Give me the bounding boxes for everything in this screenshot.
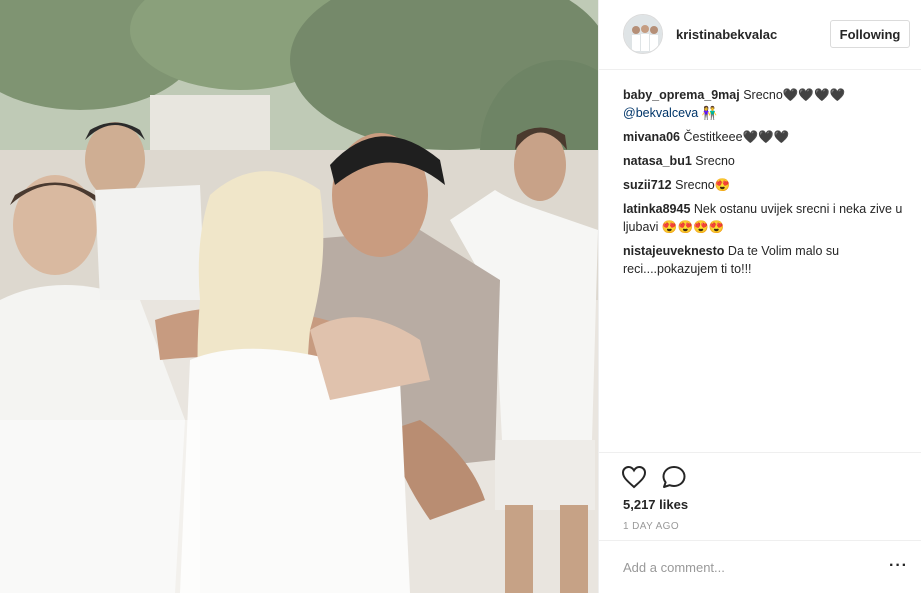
- username-link[interactable]: kristinabekvalac: [676, 27, 777, 42]
- comment-item: latinka8945 Nek ostanu uvijek srecni i n…: [623, 200, 913, 236]
- comment-text: Srecno😍: [675, 178, 731, 192]
- more-options-icon[interactable]: ···: [889, 557, 908, 575]
- comment-icon[interactable]: [661, 465, 687, 489]
- comment-author[interactable]: mivana06: [623, 130, 680, 144]
- avatar-image: [624, 15, 662, 53]
- post-sidebar: kristinabekvalac Following baby_oprema_9…: [598, 0, 921, 593]
- comment-list: baby_oprema_9maj Srecno🖤🖤🖤🖤 @bekvalceva …: [623, 86, 913, 284]
- comment-mention[interactable]: @bekvalceva: [623, 106, 698, 120]
- comment-author[interactable]: baby_oprema_9maj: [623, 88, 740, 102]
- heart-icon[interactable]: [621, 465, 647, 489]
- following-button[interactable]: Following: [830, 20, 910, 48]
- comment-author[interactable]: latinka8945: [623, 202, 690, 216]
- comment-emoji: 👫: [701, 106, 718, 120]
- comment-item: suzii712 Srecno😍: [623, 176, 913, 194]
- comment-text: Srecno: [695, 154, 735, 168]
- avatar[interactable]: [623, 14, 663, 54]
- post-timestamp: 1 DAY AGO: [623, 521, 680, 532]
- comment-text: Srecno🖤🖤🖤🖤: [743, 88, 846, 102]
- likes-count[interactable]: 5,217 likes: [623, 497, 688, 512]
- comment-author[interactable]: natasa_bu1: [623, 154, 692, 168]
- photo-illustration: [0, 0, 598, 593]
- comment-author[interactable]: nistajeuveknesto: [623, 244, 724, 258]
- post-photo[interactable]: [0, 0, 598, 593]
- comment-item: nistajeuveknesto Da te Volim malo su rec…: [623, 242, 913, 278]
- add-comment-bar: ···: [599, 540, 921, 593]
- comment-text: Čestitkeee🖤🖤🖤: [683, 130, 790, 144]
- post-header: kristinabekvalac Following: [599, 0, 921, 70]
- comment-item: natasa_bu1 Srecno: [623, 152, 913, 170]
- comment-item: mivana06 Čestitkeee🖤🖤🖤: [623, 128, 913, 146]
- comment-author[interactable]: suzii712: [623, 178, 672, 192]
- comment-item: baby_oprema_9maj Srecno🖤🖤🖤🖤 @bekvalceva …: [623, 86, 913, 122]
- comment-input[interactable]: [623, 557, 873, 577]
